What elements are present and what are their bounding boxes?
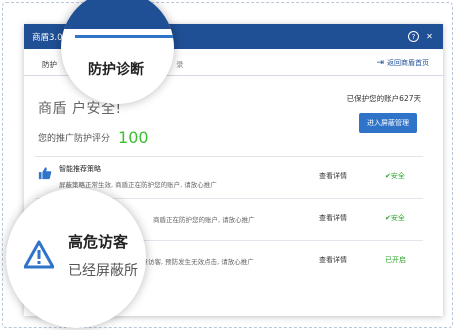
back-to-home-link[interactable]: ⇥ 返回商盾首页 — [376, 58, 429, 68]
manage-blocking-button[interactable]: 进入屏蔽管理 — [359, 113, 417, 133]
magnifier-high-risk: 高危访客 已经屏蔽所 — [6, 188, 146, 328]
back-arrow-icon: ⇥ — [376, 58, 384, 68]
warning-icon — [24, 240, 54, 269]
item-title: 智能推荐策略 — [59, 165, 101, 173]
protected-days: 已保护您的账户627天 — [346, 94, 421, 103]
item-desc: 商盾正在防护您的账户, 请放心推广 — [153, 216, 255, 224]
score-value: 100 — [118, 128, 149, 147]
status-badge: ✔安全 — [385, 172, 405, 180]
status-badge: 已开启 — [385, 256, 406, 264]
tab-protection[interactable]: 防护 — [42, 59, 57, 70]
thumbs-up-icon — [38, 167, 52, 180]
tab-log[interactable]: 录 — [176, 59, 184, 70]
view-details-link[interactable]: 查看详情 — [319, 255, 347, 265]
status-badge: ✔安全 — [385, 214, 405, 222]
help-icon[interactable]: ? — [408, 31, 419, 42]
active-tab-indicator — [75, 35, 174, 38]
view-details-link[interactable]: 查看详情 — [319, 213, 347, 223]
magnified-title-bar — [61, 0, 174, 29]
back-link-label: 返回商盾首页 — [387, 59, 429, 67]
item-desc: 恶意访客, 预防发生无效点击, 请放心推广 — [135, 258, 254, 266]
close-icon[interactable]: ✕ — [424, 31, 435, 42]
high-risk-title: 高危访客 — [68, 233, 129, 251]
view-details-link[interactable]: 查看详情 — [319, 171, 347, 181]
high-risk-subtitle: 已经屏蔽所 — [68, 263, 138, 279]
score-label: 您的推广防护评分 — [38, 134, 111, 144]
tab-diagnosis[interactable]: 防护诊断 — [88, 59, 144, 79]
